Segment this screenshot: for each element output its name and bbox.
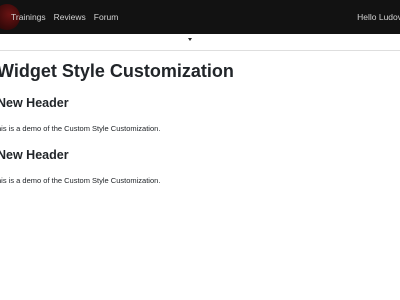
page-title: Widget Style Customization (0, 61, 234, 81)
nav-link-forum[interactable]: Forum (94, 12, 119, 22)
section-header: New Header (0, 148, 69, 162)
nav-link-trainings[interactable]: Trainings (11, 12, 46, 22)
section-text: his is a demo of the Custom Style Custom… (0, 176, 161, 185)
sub-toolbar (0, 34, 400, 51)
nav-link-reviews[interactable]: Reviews (54, 12, 86, 22)
top-navbar: Trainings Reviews Forum Hello Ludov (0, 0, 400, 34)
caret-down-icon[interactable] (188, 38, 192, 41)
main-content: Widget Style Customization New Header hi… (0, 52, 400, 186)
nav-links: Trainings Reviews Forum (11, 0, 118, 34)
section-header: New Header (0, 96, 69, 110)
section-text: his is a demo of the Custom Style Custom… (0, 124, 161, 133)
user-greeting[interactable]: Hello Ludov (357, 0, 400, 34)
